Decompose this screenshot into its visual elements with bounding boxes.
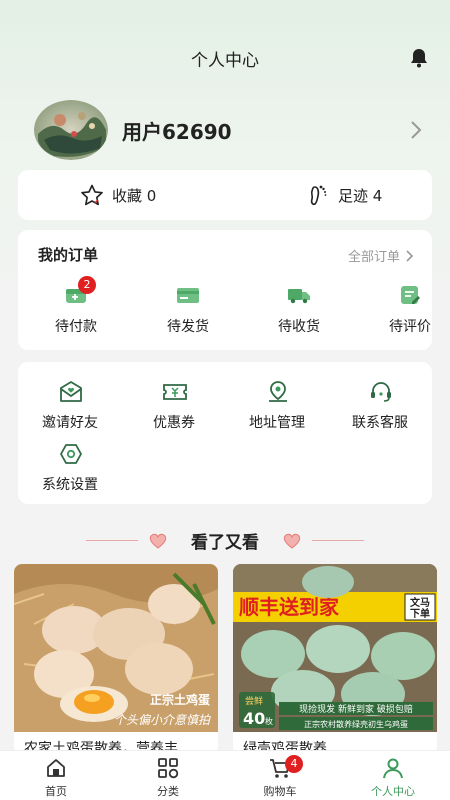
tool-label: 联系客服	[352, 415, 408, 431]
order-pending-payment[interactable]: 2 待付款	[36, 276, 116, 340]
location-icon	[269, 381, 287, 402]
side-tag-text: 文马	[410, 596, 430, 609]
tab-label: 购物车	[263, 785, 297, 798]
top-bar: 个人中心	[0, 0, 450, 110]
collect-button[interactable]: 收藏 0	[80, 170, 156, 220]
coupons[interactable]: 优惠券	[134, 380, 214, 436]
tab-cart[interactable]: 4 购物车	[235, 751, 325, 800]
recommend-header: 看了又看	[0, 526, 450, 554]
count-unit: 枚	[265, 716, 273, 726]
truck-icon	[288, 289, 310, 304]
tool-label: 系统设置	[42, 477, 98, 493]
tool-label: 邀请好友	[42, 415, 98, 431]
username: 用户62690	[122, 120, 232, 144]
chevron-right-icon[interactable]	[410, 120, 422, 140]
bell-icon[interactable]	[410, 48, 428, 68]
order-pending-ship[interactable]: 待发货	[148, 280, 228, 340]
product-card[interactable]: 正宗土鸡蛋 个头偏小介意慎拍 农家土鸡蛋散养，营养丰	[14, 564, 218, 754]
count-label: 尝鲜	[245, 695, 263, 707]
system-settings[interactable]: 系统设置	[30, 442, 110, 498]
edit-icon	[401, 286, 420, 304]
divider-right	[312, 540, 364, 541]
star-icon	[81, 184, 103, 206]
coupon-icon	[163, 384, 187, 400]
all-orders-label: 全部订单	[347, 250, 400, 265]
invite-friends[interactable]: 邀请好友	[30, 380, 110, 436]
product-overlay-text: 个头偏小介意慎拍	[114, 713, 211, 727]
orders-card: 我的订单 全部订单 2 待付款 待发货 待收货 待评价	[18, 230, 432, 350]
page-title: 个人中心	[191, 51, 259, 71]
footprint-icon	[310, 185, 327, 205]
badge-count: 2	[78, 276, 96, 294]
tab-label: 分类	[157, 785, 179, 798]
bottom-tab-bar: 首页 分类 4 购物车 个人中心	[0, 750, 450, 800]
tab-category[interactable]: 分类	[123, 751, 213, 800]
order-pending-receive[interactable]: 待收货	[259, 280, 339, 340]
mail-icon	[60, 381, 82, 402]
user-icon	[383, 758, 403, 779]
chevron-right-icon	[406, 249, 414, 262]
tab-home[interactable]: 首页	[11, 751, 101, 800]
avatar[interactable]	[34, 100, 108, 160]
order-status-row: 2 待付款 待发货 待收货 待评价	[18, 276, 432, 340]
order-pending-review[interactable]: 待评价	[370, 280, 450, 340]
favorites-card: 收藏 0 足迹 4	[18, 170, 432, 220]
product-image[interactable]: 正宗土鸡蛋 个头偏小介意慎拍	[14, 564, 218, 732]
settings-icon	[60, 444, 82, 464]
heart-icon	[283, 533, 301, 549]
promo-text: 现捡现发 新鲜到家 破损包赔	[299, 703, 413, 715]
tools-card: 邀请好友 优惠券 地址管理 联系客服 系统设置	[18, 362, 432, 504]
order-label: 待付款	[55, 319, 97, 335]
order-label: 待评价	[389, 319, 431, 335]
headset-icon	[371, 382, 391, 402]
side-tag-text: 下单	[410, 607, 430, 620]
orders-title: 我的订单	[38, 246, 99, 264]
all-orders-link[interactable]: 全部订单	[348, 246, 414, 265]
order-label: 待发货	[167, 319, 209, 335]
product-card[interactable]: 顺丰送到家 文马 下单 尝鲜 40 枚 现捡现发 新鲜到家 破损包赔 正宗农村散…	[233, 564, 437, 754]
tab-label: 个人中心	[371, 785, 415, 798]
tool-label: 优惠券	[153, 415, 195, 431]
customer-service[interactable]: 联系客服	[340, 380, 420, 436]
grid-icon	[158, 758, 179, 779]
recommend-title: 看了又看	[191, 533, 259, 553]
tab-label: 首页	[45, 785, 67, 798]
product-banner-text: 顺丰送到家	[239, 595, 340, 619]
collect-label: 收藏 0	[112, 186, 157, 205]
address-management[interactable]: 地址管理	[237, 380, 317, 436]
product-overlay-text: 正宗土鸡蛋	[150, 692, 210, 707]
cart-badge: 4	[285, 755, 303, 773]
home-icon	[47, 759, 65, 777]
order-label: 待收货	[278, 319, 320, 335]
footprint-button[interactable]: 足迹 4	[308, 170, 382, 220]
count-value: 40	[243, 709, 265, 728]
tool-label: 地址管理	[249, 415, 305, 431]
card-icon	[177, 288, 199, 303]
tab-profile[interactable]: 个人中心	[348, 751, 438, 800]
profile-row[interactable]: 用户62690	[34, 100, 424, 160]
footprint-label: 足迹 4	[338, 186, 383, 205]
promo-text: 正宗农村散养绿壳初生乌鸡蛋	[304, 719, 408, 729]
product-image[interactable]: 顺丰送到家 文马 下单 尝鲜 40 枚 现捡现发 新鲜到家 破损包赔 正宗农村散…	[233, 564, 437, 732]
